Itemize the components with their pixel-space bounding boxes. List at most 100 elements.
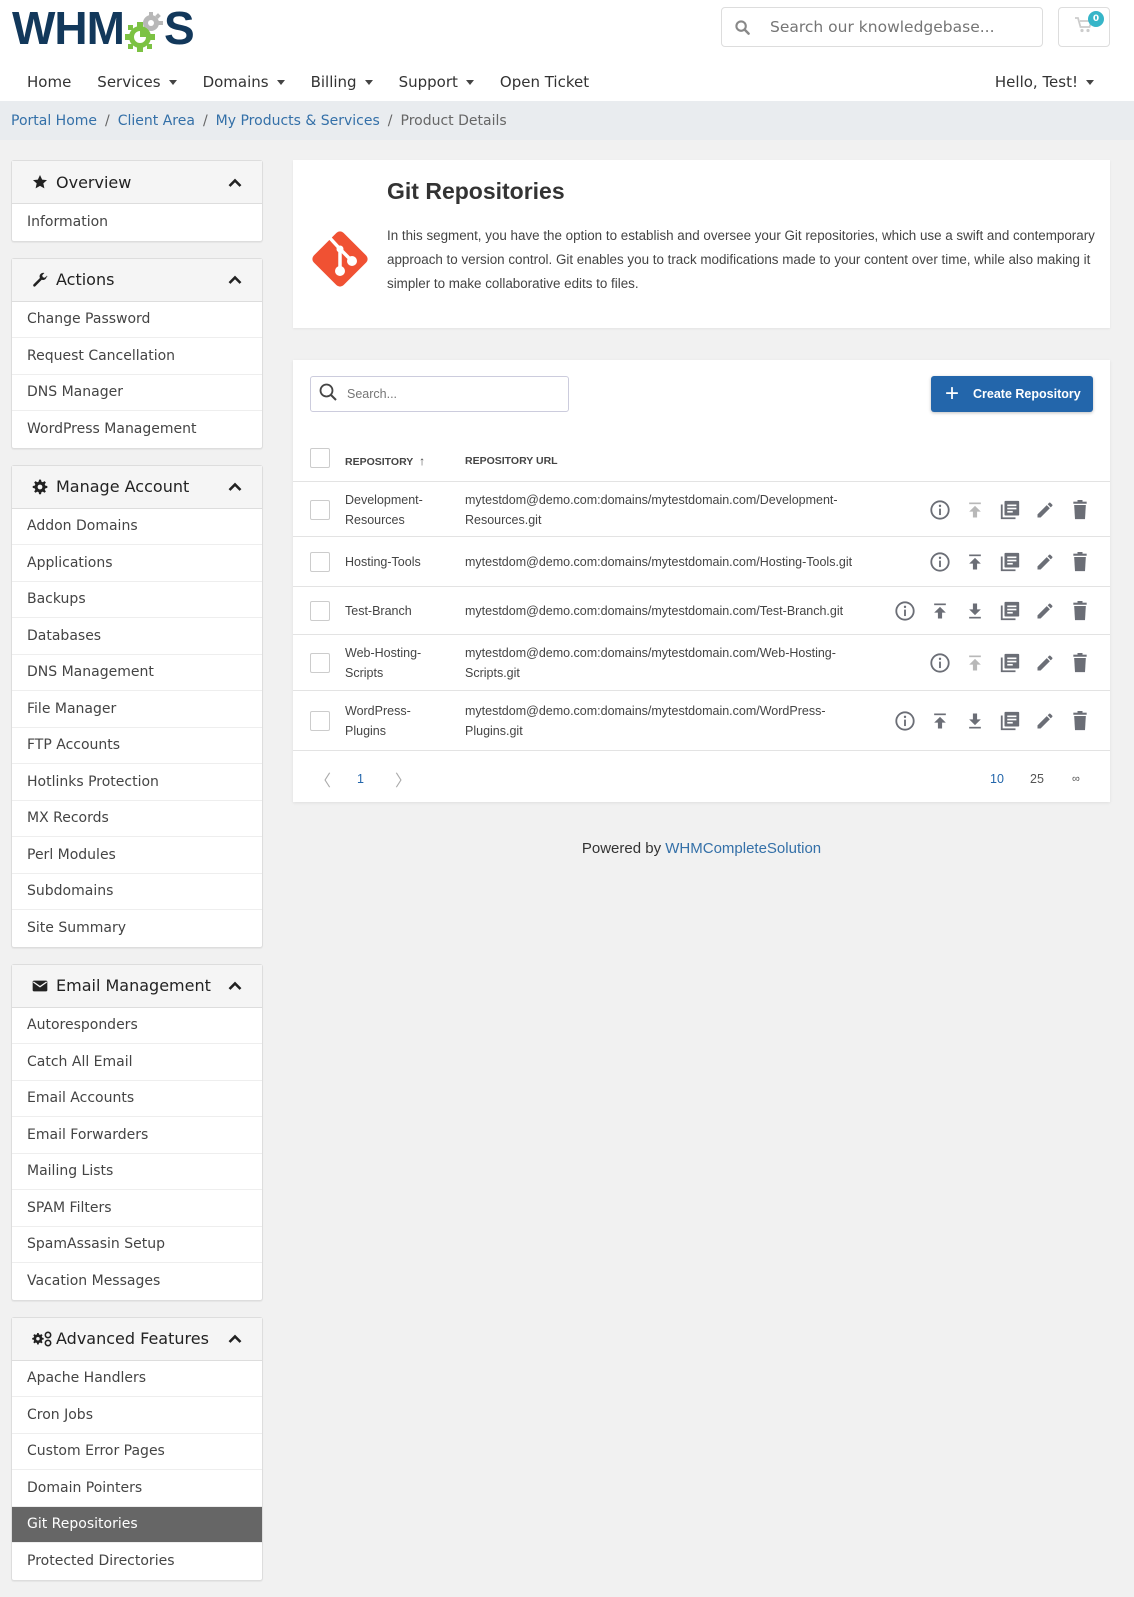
sidebar-item-catch-all-email[interactable]: Catch All Email — [12, 1044, 262, 1081]
sidebar-item-addon-domains[interactable]: Addon Domains — [12, 509, 262, 545]
nav-domains[interactable]: Domains — [190, 73, 298, 91]
select-all-checkbox[interactable] — [310, 448, 330, 468]
delete-icon[interactable] — [1068, 709, 1092, 733]
user-menu[interactable]: Hello, Test! — [995, 62, 1094, 102]
sidebar-item-git-repositories[interactable]: Git Repositories — [12, 1506, 262, 1543]
panel-header-advanced-features[interactable]: Advanced Features — [12, 1317, 262, 1361]
chevron-up-icon[interactable] — [228, 477, 242, 496]
info-icon[interactable] — [893, 599, 917, 623]
table-search[interactable] — [310, 376, 569, 412]
sidebar-item-file-manager[interactable]: File Manager — [12, 691, 262, 728]
edit-icon[interactable] — [1033, 709, 1057, 733]
panel-header-overview[interactable]: Overview — [12, 161, 262, 204]
chevron-up-icon[interactable] — [228, 976, 242, 995]
sidebar-item-protected-directories[interactable]: Protected Directories — [12, 1543, 262, 1580]
panel-header-manage-account[interactable]: Manage Account — [12, 465, 262, 509]
sidebar-item-wordpress-management[interactable]: WordPress Management — [12, 411, 262, 448]
delete-icon[interactable] — [1068, 550, 1092, 574]
breadcrumb-my-products[interactable]: My Products & Services — [216, 113, 380, 129]
sidebar-item-request-cancellation[interactable]: Request Cancellation — [12, 338, 262, 375]
edit-icon[interactable] — [1033, 651, 1057, 675]
info-icon[interactable] — [893, 709, 917, 733]
logs-icon[interactable] — [998, 498, 1022, 522]
push-icon[interactable] — [928, 599, 952, 623]
page-size-10[interactable]: 10 — [990, 772, 1004, 786]
sidebar-item-mailing-lists[interactable]: Mailing Lists — [12, 1154, 262, 1190]
next-page-icon[interactable]: 〉 — [395, 767, 411, 791]
sidebar-item-perl-modules[interactable]: Perl Modules — [12, 837, 262, 874]
sidebar-item-subdomains[interactable]: Subdomains — [12, 874, 262, 910]
page-1[interactable]: 1 — [357, 772, 364, 786]
prev-page-icon[interactable]: 〈 — [315, 767, 331, 791]
sidebar-item-vacation-messages[interactable]: Vacation Messages — [12, 1263, 262, 1300]
page-size-25[interactable]: 25 — [1030, 772, 1044, 786]
breadcrumb-portal-home[interactable]: Portal Home — [11, 113, 97, 129]
sidebar-item-dns-manager[interactable]: DNS Manager — [12, 375, 262, 411]
nav-services[interactable]: Services — [84, 73, 189, 91]
chevron-up-icon[interactable] — [228, 270, 242, 289]
pull-icon[interactable] — [963, 599, 987, 623]
table-search-input[interactable] — [347, 387, 547, 401]
sidebar-item-cron-jobs[interactable]: Cron Jobs — [12, 1397, 262, 1434]
push-icon[interactable] — [963, 550, 987, 574]
sidebar-item-dns-management[interactable]: DNS Management — [12, 655, 262, 691]
sidebar-item-hotlinks-protection[interactable]: Hotlinks Protection — [12, 764, 262, 801]
sidebar-item-backups[interactable]: Backups — [12, 582, 262, 618]
sidebar-item-information[interactable]: Information — [12, 204, 262, 241]
edit-icon[interactable] — [1033, 498, 1057, 522]
breadcrumb-client-area[interactable]: Client Area — [118, 113, 195, 129]
nav-home[interactable]: Home — [14, 73, 84, 91]
row-checkbox[interactable] — [310, 500, 330, 520]
info-icon[interactable] — [928, 651, 952, 675]
whmcs-logo[interactable]: WHM S — [12, 2, 195, 54]
delete-icon[interactable] — [1068, 599, 1092, 623]
panel-header-actions[interactable]: Actions — [12, 258, 262, 302]
chevron-up-icon[interactable] — [228, 173, 242, 192]
sidebar-panel-actions: Actions Change Password Request Cancellat… — [11, 257, 263, 449]
sidebar-item-spamassasin-setup[interactable]: SpamAssasin Setup — [12, 1227, 262, 1263]
footer-link[interactable]: WHMCompleteSolution — [665, 840, 821, 857]
info-icon[interactable] — [928, 498, 952, 522]
row-checkbox[interactable] — [310, 552, 330, 572]
row-checkbox[interactable] — [310, 653, 330, 673]
push-icon[interactable] — [928, 709, 952, 733]
column-repository[interactable]: REPOSITORY ↑ — [345, 454, 425, 468]
pull-icon[interactable] — [963, 709, 987, 733]
nav-support[interactable]: Support — [386, 73, 487, 91]
logs-icon[interactable] — [998, 550, 1022, 574]
cart-button[interactable]: 0 — [1058, 7, 1110, 47]
sidebar-item-spam-filters[interactable]: SPAM Filters — [12, 1190, 262, 1227]
edit-icon[interactable] — [1033, 599, 1057, 623]
sidebar-item-custom-error-pages[interactable]: Custom Error Pages — [12, 1434, 262, 1470]
sidebar-item-domain-pointers[interactable]: Domain Pointers — [12, 1470, 262, 1507]
sidebar-item-change-password[interactable]: Change Password — [12, 302, 262, 338]
page-size-all[interactable]: ∞ — [1072, 773, 1080, 785]
nav-billing[interactable]: Billing — [298, 73, 386, 91]
knowledgebase-search[interactable] — [721, 7, 1043, 47]
create-repository-button[interactable]: + Create Repository — [931, 376, 1093, 412]
sidebar-item-applications[interactable]: Applications — [12, 545, 262, 582]
delete-icon[interactable] — [1068, 651, 1092, 675]
sidebar-item-autoresponders[interactable]: Autoresponders — [12, 1008, 262, 1044]
sidebar-item-ftp-accounts[interactable]: FTP Accounts — [12, 728, 262, 764]
logs-icon[interactable] — [998, 651, 1022, 675]
user-greeting: Hello, Test! — [994, 73, 1078, 91]
row-checkbox[interactable] — [310, 711, 330, 731]
knowledgebase-search-input[interactable] — [770, 18, 1030, 36]
sidebar-item-email-accounts[interactable]: Email Accounts — [12, 1081, 262, 1117]
info-icon[interactable] — [928, 550, 952, 574]
row-checkbox[interactable] — [310, 601, 330, 621]
logs-icon[interactable] — [998, 599, 1022, 623]
chevron-up-icon[interactable] — [228, 1329, 242, 1348]
gears-icon — [32, 1331, 54, 1347]
nav-open-ticket[interactable]: Open Ticket — [487, 73, 602, 91]
edit-icon[interactable] — [1033, 550, 1057, 574]
logs-icon[interactable] — [998, 709, 1022, 733]
sidebar-item-mx-records[interactable]: MX Records — [12, 801, 262, 837]
sidebar-item-databases[interactable]: Databases — [12, 618, 262, 655]
sidebar-item-site-summary[interactable]: Site Summary — [12, 910, 262, 947]
sidebar-item-email-forwarders[interactable]: Email Forwarders — [12, 1117, 262, 1154]
sidebar-item-apache-handlers[interactable]: Apache Handlers — [12, 1361, 262, 1397]
panel-header-email-management[interactable]: Email Management — [12, 964, 262, 1008]
delete-icon[interactable] — [1068, 498, 1092, 522]
